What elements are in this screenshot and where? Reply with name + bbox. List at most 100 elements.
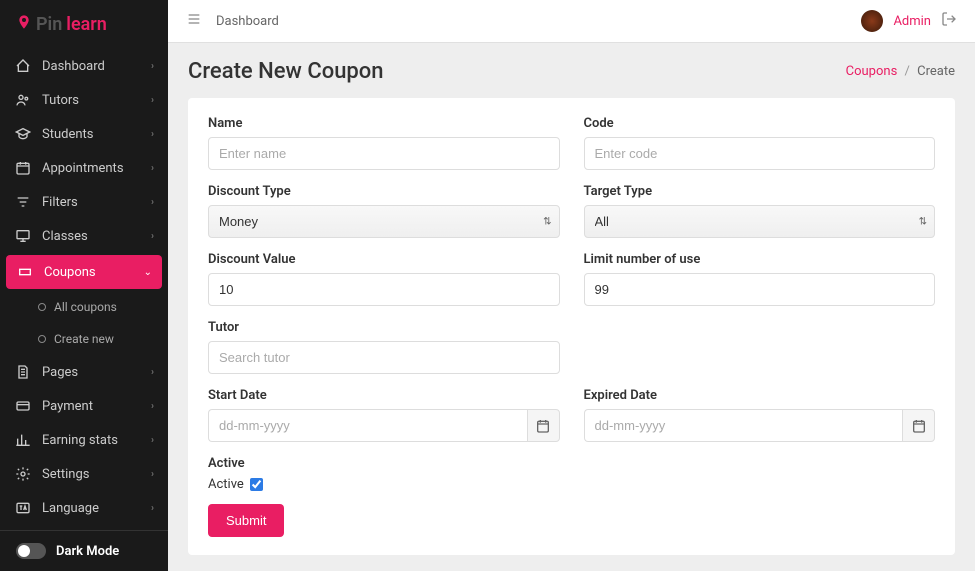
chevron-down-icon: ⌄ [144,267,152,278]
start-date-label: Start Date [208,388,560,403]
sidebar-sub-label: Create new [54,332,114,346]
page-title: Create New Coupon [188,59,384,84]
file-icon [14,364,32,380]
active-checkbox[interactable] [250,478,263,491]
code-input[interactable] [584,137,936,170]
monitor-icon [14,228,32,244]
chevron-right-icon: › [151,367,154,378]
submit-button[interactable]: Submit [208,504,284,537]
active-checkbox-label: Active [208,477,244,492]
start-date-input[interactable] [208,409,527,442]
sidebar-item-dashboard[interactable]: Dashboard › [0,49,168,83]
chevron-right-icon: › [151,503,154,514]
code-label: Code [584,116,936,131]
avatar[interactable] [861,10,883,32]
breadcrumb: Coupons / Create [846,64,955,79]
content: Create New Coupon Coupons / Create Name … [168,43,975,571]
expired-date-input[interactable] [584,409,903,442]
sidebar-item-label: Coupons [44,265,96,280]
sidebar-item-label: Tutors [42,93,79,108]
logo-text-pin: Pin [36,14,62,35]
breadcrumb-link[interactable]: Coupons [846,64,898,79]
user-name[interactable]: Admin [893,14,931,29]
home-icon [14,58,32,74]
sidebar-item-label: Dashboard [42,59,105,74]
name-label: Name [208,116,560,131]
expired-date-label: Expired Date [584,388,936,403]
dark-mode-toggle-row: Dark Mode [0,530,168,571]
menu-toggle-icon[interactable] [186,11,202,31]
sidebar-item-label: Language [42,501,99,516]
main: Dashboard Admin Create New Coupon Coupon… [168,0,975,571]
sidebar-item-label: Settings [42,467,89,482]
sidebar-sub-create-new[interactable]: Create new [0,323,168,355]
topbar-title: Dashboard [216,14,279,29]
sidebar-item-tutors[interactable]: Tutors › [0,83,168,117]
logo-icon [16,14,32,35]
sidebar-sub-all-coupons[interactable]: All coupons [0,291,168,323]
sidebar-item-pages[interactable]: Pages › [0,355,168,389]
gear-icon [14,466,32,482]
sidebar-item-students[interactable]: Students › [0,117,168,151]
start-date-calendar-icon[interactable] [527,409,560,442]
limit-input[interactable] [584,273,936,306]
calendar-icon [14,160,32,176]
logo-text-learn: learn [66,14,107,35]
sidebar-item-label: Payment [42,399,93,414]
chevron-right-icon: › [151,401,154,412]
sidebar-item-classes[interactable]: Classes › [0,219,168,253]
tutor-input[interactable] [208,341,560,374]
chevron-right-icon: › [151,95,154,106]
target-type-label: Target Type [584,184,936,199]
topbar-right: Admin [861,10,957,32]
sidebar-item-filters[interactable]: Filters › [0,185,168,219]
page-header: Create New Coupon Coupons / Create [188,59,955,84]
sidebar: Pinlearn Dashboard › Tutors › Students ›… [0,0,168,571]
sidebar-nav: Dashboard › Tutors › Students › Appointm… [0,49,168,530]
sidebar-item-appointments[interactable]: Appointments › [0,151,168,185]
ticket-icon [16,264,34,280]
sidebar-item-label: Students [42,127,94,142]
sidebar-item-label: Appointments [42,161,124,176]
breadcrumb-sep: / [905,64,910,79]
sidebar-item-label: Pages [42,365,78,380]
chevron-right-icon: › [151,197,154,208]
sidebar-item-language[interactable]: Language › [0,491,168,525]
sidebar-item-settings[interactable]: Settings › [0,457,168,491]
chart-icon [14,432,32,448]
breadcrumb-current: Create [917,64,955,79]
sidebar-item-label: Filters [42,195,78,210]
chevron-right-icon: › [151,163,154,174]
sidebar-item-coupons[interactable]: Coupons ⌄ [6,255,162,289]
card-icon [14,398,32,414]
limit-label: Limit number of use [584,252,936,267]
expired-date-calendar-icon[interactable] [902,409,935,442]
dark-mode-toggle[interactable] [16,543,46,559]
discount-type-select[interactable]: Money [208,205,560,238]
active-label: Active [208,456,935,471]
topbar: Dashboard Admin [168,0,975,43]
tutor-label: Tutor [208,320,560,335]
logo[interactable]: Pinlearn [0,0,168,49]
circle-icon [38,303,46,311]
discount-value-label: Discount Value [208,252,560,267]
discount-value-input[interactable] [208,273,560,306]
users-icon [14,92,32,108]
chevron-right-icon: › [151,469,154,480]
filter-icon [14,194,32,210]
logout-icon[interactable] [941,11,957,31]
dark-mode-label: Dark Mode [56,544,119,559]
sidebar-item-label: Classes [42,229,88,244]
target-type-select[interactable]: All [584,205,936,238]
name-input[interactable] [208,137,560,170]
chevron-right-icon: › [151,231,154,242]
sidebar-item-earning-stats[interactable]: Earning stats › [0,423,168,457]
chevron-right-icon: › [151,61,154,72]
graduation-icon [14,126,32,142]
form-card: Name Code Discount Type Money [188,98,955,555]
sidebar-sub-label: All coupons [54,300,117,314]
circle-icon [38,335,46,343]
sidebar-item-payment[interactable]: Payment › [0,389,168,423]
chevron-right-icon: › [151,435,154,446]
sidebar-item-label: Earning stats [42,433,118,448]
